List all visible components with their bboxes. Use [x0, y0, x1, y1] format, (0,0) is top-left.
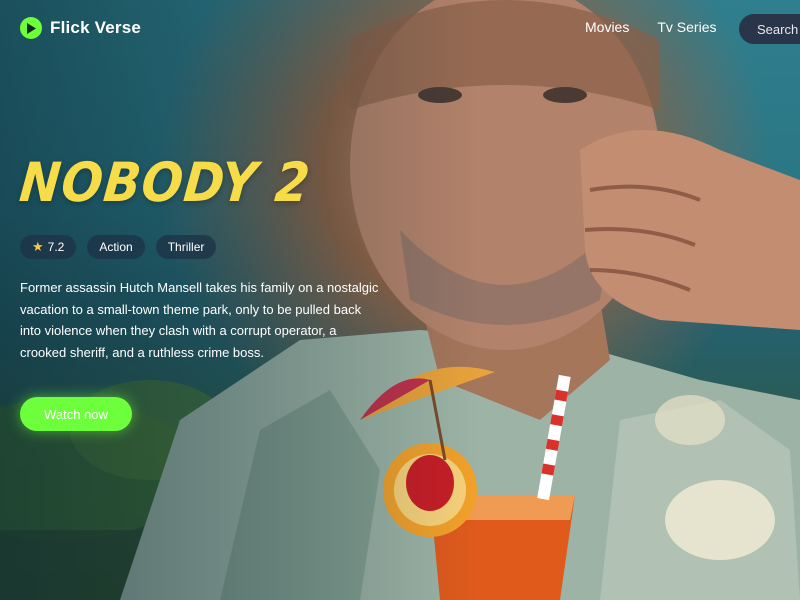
nav-movies-link[interactable]: Movies	[585, 19, 629, 35]
top-navbar: Flick Verse Movies Tv Series	[0, 0, 800, 56]
hero-content: NOBODY 2 ★ 7.2 Action Thriller Former as…	[17, 150, 380, 363]
search-input[interactable]	[739, 14, 800, 44]
app-name: Flick Verse	[50, 18, 142, 37]
movie-title: NOBODY 2	[17, 151, 314, 214]
genre-tag: Thriller	[155, 235, 217, 259]
nav-links: Movies Tv Series	[585, 19, 716, 35]
play-circle-icon	[20, 17, 42, 39]
logo[interactable]: Flick Verse	[20, 17, 141, 39]
watch-now-button[interactable]: Watch now	[20, 397, 132, 431]
hero-banner: Flick Verse Movies Tv Series NOBODY 2 ★ …	[0, 0, 800, 600]
rating-badge: ★ 7.2	[20, 235, 77, 259]
movie-description: Former assassin Hutch Mansell takes his …	[20, 280, 379, 360]
genre-tag: Action	[87, 235, 145, 259]
rating-value: 7.2	[47, 240, 65, 254]
star-icon: ★	[32, 239, 44, 254]
nav-tv-series-link[interactable]: Tv Series	[657, 19, 716, 35]
movie-tags: ★ 7.2 Action Thriller	[20, 235, 380, 259]
